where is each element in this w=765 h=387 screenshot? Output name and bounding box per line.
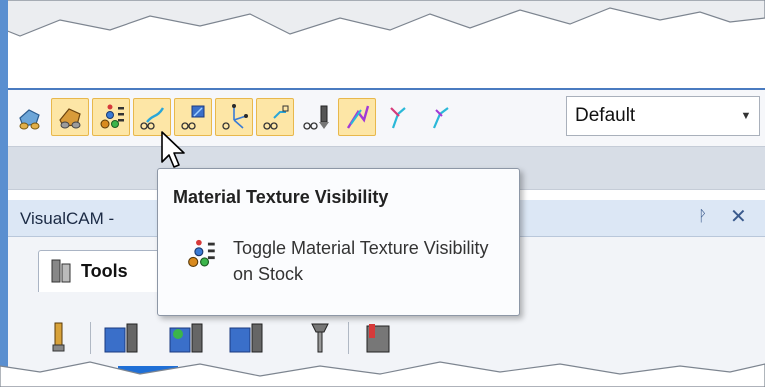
feed-moves-button[interactable]: [338, 98, 376, 136]
separator: [348, 322, 349, 354]
end-mill-icon: [52, 322, 65, 352]
view-style-value: Default: [575, 105, 636, 126]
tooltip-title: Material Texture Visibility: [173, 187, 389, 207]
rapid-moves-button[interactable]: [379, 98, 417, 136]
shaded-view-button[interactable]: [10, 98, 48, 136]
delete-tool-icon: [366, 324, 390, 353]
feed-moves-icon: [346, 105, 370, 129]
tool-button[interactable]: [38, 318, 78, 358]
tool-holder-button[interactable]: [300, 318, 340, 358]
pin-icon[interactable]: ᚹ: [698, 208, 707, 225]
material-texture-icon: [188, 239, 215, 268]
tooltip: Material Texture Visibility Toggle Mater…: [157, 168, 520, 316]
tool-library-edit-button[interactable]: [228, 318, 268, 358]
tool-library-green-button[interactable]: [168, 318, 208, 358]
toolpath-axis-button[interactable]: [215, 98, 253, 136]
tooltip-description: Toggle Material Texture Visibility on St…: [233, 238, 489, 284]
material-texture-button[interactable]: [92, 98, 130, 136]
panel-title: VisualCAM -: [20, 209, 115, 228]
view-style-dropdown[interactable]: Default ▼: [566, 96, 760, 136]
torn-paper-edge-bottom: [0, 361, 765, 387]
toolpath-links-button[interactable]: [256, 98, 294, 136]
stock-display-icon: [181, 105, 205, 130]
toolpath-axis-icon: [222, 104, 248, 130]
shaded-stock-icon: [59, 108, 81, 129]
tools-icon: [51, 259, 71, 282]
shaded-stock-button[interactable]: [51, 98, 89, 136]
tool-library-button[interactable]: [103, 318, 143, 358]
tool-library-icon: [104, 323, 138, 353]
lead-moves-icon: [432, 107, 449, 129]
toolpath-links-icon: [263, 105, 289, 130]
tool-holder-icon: [311, 323, 329, 353]
delete-tool-button[interactable]: [358, 318, 398, 358]
material-texture-icon: [100, 104, 124, 129]
tool-library-add-icon: [169, 323, 203, 353]
tool-display-button[interactable]: [297, 98, 335, 136]
tool-library-edit-icon: [229, 323, 263, 353]
chevron-down-icon[interactable]: ▼: [733, 110, 759, 122]
lead-moves-button[interactable]: [420, 98, 458, 136]
window-left-border: [0, 0, 8, 387]
toolpath-display-icon: [140, 107, 165, 130]
rapid-moves-icon: [390, 107, 406, 129]
tab-label: Tools: [81, 261, 128, 281]
separator: [90, 322, 91, 354]
display-toolbar: Default ▼: [8, 88, 765, 148]
torn-paper-edge-top: [0, 0, 765, 37]
close-icon[interactable]: ✕: [730, 204, 747, 229]
shaded-view-icon: [19, 109, 40, 130]
tool-display-icon: [303, 105, 329, 130]
mouse-cursor-icon: [161, 131, 185, 168]
